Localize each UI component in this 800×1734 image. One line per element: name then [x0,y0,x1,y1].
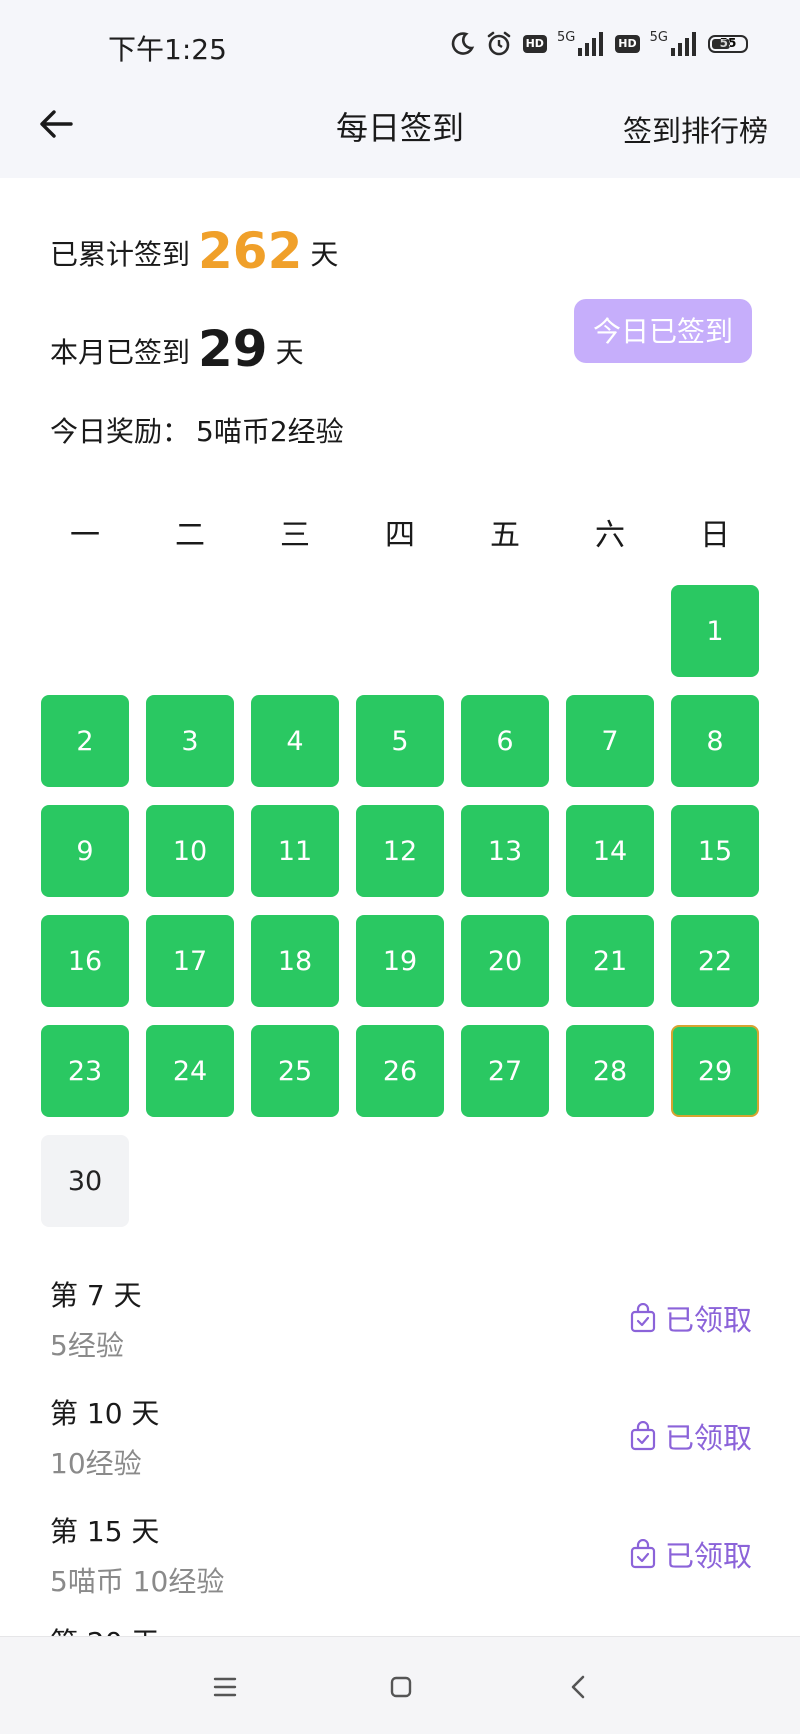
calendar-day-signed[interactable]: 7 [566,695,654,787]
total-days: 262 [198,222,303,280]
calendar-day-signed[interactable]: 29 [671,1025,759,1117]
reward-desc: 5喵币 10经验 [50,1565,225,1598]
reward-item-partial: 第 20 天 [50,1626,159,1636]
calendar-day-signed[interactable]: 16 [41,915,129,1007]
calendar-day-signed[interactable]: 17 [146,915,234,1007]
reward-title: 第 7 天 [50,1279,142,1312]
gift-bag-icon [630,1421,656,1451]
calendar-day-signed[interactable]: 28 [566,1025,654,1117]
moon-icon [449,31,475,57]
calendar-day-signed[interactable]: 13 [461,805,549,897]
network-label-2: 5G [649,30,668,45]
calendar-day-signed[interactable]: 6 [461,695,549,787]
weekday-label: 三 [280,518,310,553]
claimed-label: 已领取 [664,1421,752,1455]
claimed-label: 已领取 [664,1539,752,1573]
weekday-label: 五 [490,518,520,553]
calendar-day-signed[interactable]: 18 [251,915,339,1007]
total-suffix: 天 [310,238,339,271]
home-button[interactable] [379,1665,423,1709]
calendar-day-signed[interactable]: 11 [251,805,339,897]
calendar-day-unsigned[interactable]: 30 [41,1135,129,1227]
menu-icon [213,1677,237,1697]
signal-icon [578,32,604,56]
claimed-status[interactable]: 已领取 [629,1533,752,1575]
calendar-day-signed[interactable]: 14 [566,805,654,897]
month-days: 29 [198,320,268,378]
calendar-day-signed[interactable]: 20 [461,915,549,1007]
reward-desc: 10经验 [50,1447,142,1480]
calendar-day-signed[interactable]: 27 [461,1025,549,1117]
reward-title: 第 15 天 [50,1515,160,1548]
battery-icon: 55 [708,35,748,53]
calendar-day-signed[interactable]: 8 [671,695,759,787]
weekday-label: 六 [595,518,625,553]
signal-group-2: 5G [649,30,698,56]
status-time: 下午1:25 [108,33,227,66]
claimed-status[interactable]: 已领取 [629,1415,752,1457]
home-square-icon [390,1676,412,1698]
calendar-day-signed[interactable]: 5 [356,695,444,787]
month-suffix: 天 [275,336,304,369]
calendar-day-signed[interactable]: 1 [671,585,759,677]
chevron-left-icon [571,1675,585,1699]
system-back-button[interactable] [556,1665,600,1709]
reward-title: 第 10 天 [50,1397,160,1430]
alarm-icon [485,30,513,58]
calendar-day-signed[interactable]: 21 [566,915,654,1007]
month-checkin-line: 本月已签到 29 天 [50,320,304,378]
calendar-day-signed[interactable]: 2 [41,695,129,787]
system-nav-bar [0,1636,800,1734]
claimed-status[interactable]: 已领取 [629,1297,752,1339]
reward-desc: 5经验 [50,1329,124,1362]
calendar-day-signed[interactable]: 23 [41,1025,129,1117]
calendar-day-signed[interactable]: 19 [356,915,444,1007]
calendar-day-signed[interactable]: 26 [356,1025,444,1117]
gift-bag-icon [630,1539,656,1569]
battery-level: 55 [719,36,737,50]
calendar-day-signed[interactable]: 15 [671,805,759,897]
weekday-label: 四 [385,518,415,553]
calendar-day-signed[interactable]: 25 [251,1025,339,1117]
menu-button[interactable] [203,1665,247,1709]
calendar-day-signed[interactable]: 12 [356,805,444,897]
reward-value: 5喵币2经验 [196,415,344,448]
calendar-day-signed[interactable]: 9 [41,805,129,897]
month-prefix: 本月已签到 [50,336,191,369]
ranking-link[interactable]: 签到排行榜 [623,108,768,150]
calendar-day-signed[interactable]: 4 [251,695,339,787]
signal-group-1: 5G [556,30,605,56]
calendar-day-signed[interactable]: 3 [146,695,234,787]
today-reward-line: 今日奖励： 5喵币2经验 [50,410,344,450]
checkin-button[interactable]: 今日已签到 [574,299,752,363]
calendar-day-signed[interactable]: 24 [146,1025,234,1117]
gift-bag-icon [630,1303,656,1333]
calendar-day-signed[interactable]: 22 [671,915,759,1007]
reward-label: 今日奖励： [50,415,191,448]
hd-badge-2: HD [615,35,640,53]
total-checkin-line: 已累计签到 262 天 [50,222,338,280]
calendar-day-signed[interactable]: 10 [146,805,234,897]
weekday-label: 二 [175,518,205,553]
status-icons: HD 5G HD 5G 55 [449,30,748,58]
hd-badge: HD [522,35,547,53]
total-prefix: 已累计签到 [50,238,191,271]
signal-icon-2 [671,32,696,56]
top-area [0,0,800,178]
network-label: 5G [556,30,576,45]
weekday-label: 一 [70,518,100,553]
claimed-label: 已领取 [664,1303,752,1337]
weekday-label: 日 [700,518,730,553]
reward-title: 第 20 天 [50,1626,159,1636]
